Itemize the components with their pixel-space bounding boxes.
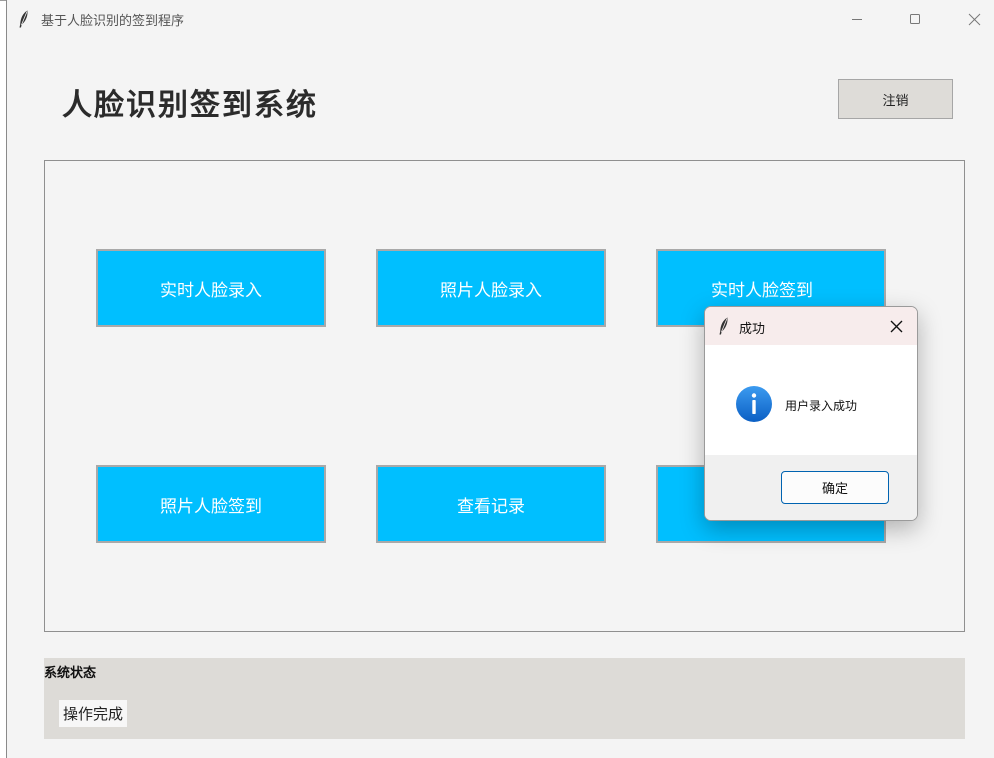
dialog-body: 用户录入成功	[705, 345, 917, 455]
live-face-enroll-button[interactable]: 实时人脸录入	[96, 249, 326, 327]
info-icon	[736, 386, 772, 422]
minimize-icon	[852, 19, 862, 20]
dialog-title: 成功	[739, 322, 766, 337]
dialog-close-button[interactable]	[883, 313, 909, 339]
photo-face-enroll-button[interactable]: 照片人脸录入	[376, 249, 606, 327]
status-title: 系统状态	[44, 666, 97, 681]
success-dialog: 成功 用户录入成功 确定	[704, 306, 918, 521]
dialog-titlebar[interactable]: 成功	[705, 307, 917, 345]
minimize-button[interactable]	[842, 6, 872, 32]
status-panel: 系统状态 操作完成	[44, 658, 965, 739]
window-titlebar[interactable]: 基于人脸识别的签到程序	[7, 0, 994, 40]
dialog-footer: 确定	[705, 455, 917, 520]
maximize-icon	[910, 14, 920, 24]
photo-face-checkin-button[interactable]: 照片人脸签到	[96, 465, 326, 543]
page-title: 人脸识别签到系统	[62, 88, 318, 123]
close-icon	[968, 13, 980, 25]
window-title: 基于人脸识别的签到程序	[41, 14, 185, 29]
close-icon	[890, 320, 902, 332]
view-records-button[interactable]: 查看记录	[376, 465, 606, 543]
status-value: 操作完成	[59, 700, 128, 727]
dialog-message: 用户录入成功	[785, 399, 858, 413]
maximize-button[interactable]	[900, 6, 930, 32]
logout-button[interactable]: 注销	[838, 79, 953, 119]
feather-icon	[19, 10, 28, 28]
close-button[interactable]	[959, 6, 989, 32]
feather-icon	[719, 317, 728, 335]
ok-button[interactable]: 确定	[781, 471, 889, 504]
